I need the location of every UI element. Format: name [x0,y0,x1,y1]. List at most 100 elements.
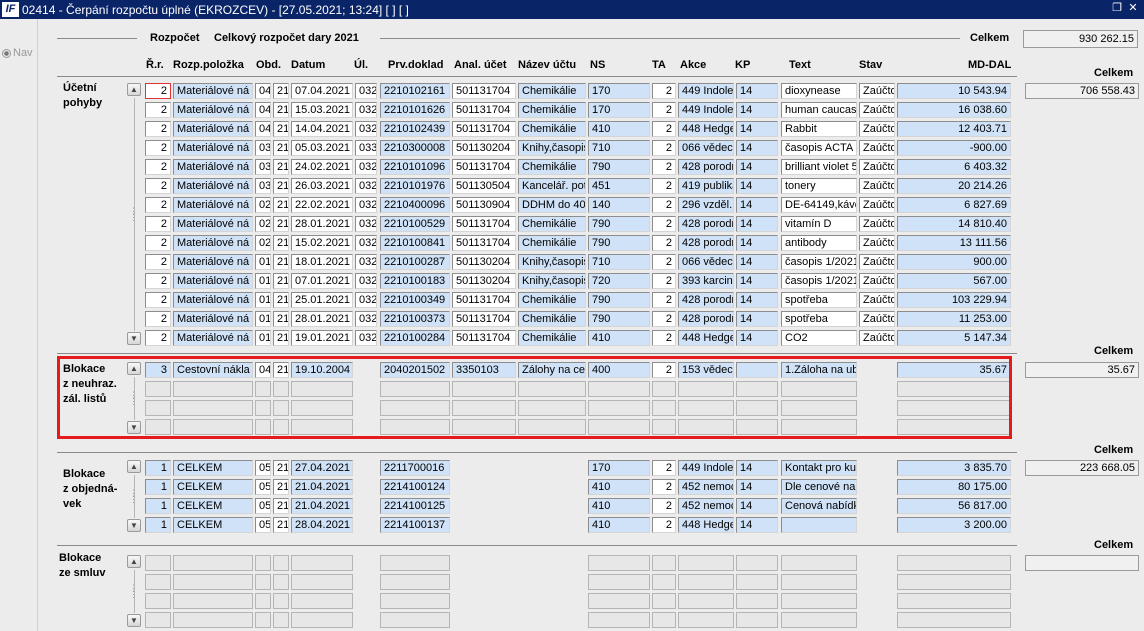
ucetni-cell-3-9[interactable]: 710 [588,140,650,156]
ucetni-cell-8-14[interactable]: Zaúčto [859,235,895,251]
ucetni-cell-1-11[interactable]: 449 Indolea [678,102,734,118]
smluv-cell-0-13[interactable] [781,555,857,571]
smluv-cell-2-0[interactable] [145,593,171,609]
ucetni-cell-8-4[interactable]: 15.02.2021 [291,235,353,251]
ucetni-cell-13-8[interactable]: Chemikálie [518,330,586,346]
ucetni-cell-8-2[interactable]: 02 [255,235,271,251]
obj-grip-icon[interactable]: ⋮ ⋮ [129,489,138,504]
smluv-cell-1-11[interactable] [678,574,734,590]
ucetni-cell-0-15[interactable]: 10 543.94 [897,83,1011,99]
ucetni-cell-3-14[interactable]: Zaúčto [859,140,895,156]
obj-cell-2-4[interactable]: 21.04.2021 [291,498,353,514]
smluv-cell-2-4[interactable] [291,593,353,609]
ucetni-cell-1-2[interactable]: 04 [255,102,271,118]
ucetni-cell-10-3[interactable]: 21 [273,273,289,289]
smluv-cell-1-2[interactable] [255,574,271,590]
ucetni-cell-6-1[interactable]: Materiálové ná [173,197,253,213]
obj-cell-2-9[interactable]: 410 [588,498,650,514]
ucetni-cell-5-3[interactable]: 21 [273,178,289,194]
ucetni-cell-6-2[interactable]: 02 [255,197,271,213]
smluv-cell-2-3[interactable] [273,593,289,609]
ucetni-cell-11-0[interactable]: 2 [145,292,171,308]
ucetni-cell-12-3[interactable]: 21 [273,311,289,327]
ucetni-cell-6-15[interactable]: 6 827.69 [897,197,1011,213]
ucetni-cell-9-14[interactable]: Zaúčto [859,254,895,270]
ucetni-cell-1-14[interactable]: Zaúčto [859,102,895,118]
ucetni-cell-10-4[interactable]: 07.01.2021 [291,273,353,289]
ucetni-cell-0-0[interactable]: 2 [145,83,171,99]
ucetni-cell-3-11[interactable]: 066 vědec [678,140,734,156]
ucetni-cell-4-5[interactable]: 032 [355,159,377,175]
obj-cell-3-12[interactable]: 14 [736,517,778,533]
ucetni-cell-8-8[interactable]: Chemikálie [518,235,586,251]
ucetni-cell-9-1[interactable]: Materiálové ná [173,254,253,270]
ucetni-cell-3-4[interactable]: 05.03.2021 [291,140,353,156]
ucetni-cell-7-8[interactable]: Chemikálie [518,216,586,232]
ucetni-cell-11-1[interactable]: Materiálové ná [173,292,253,308]
smluv-cell-3-15[interactable] [897,612,1011,628]
ucetni-cell-11-13[interactable]: spotřeba [781,292,857,308]
ucetni-cell-3-13[interactable]: časopis ACTA [781,140,857,156]
smluv-grip-icon[interactable]: ⋮ ⋮ [129,584,138,599]
ucetni-cell-11-10[interactable]: 2 [652,292,676,308]
ucetni-cell-8-10[interactable]: 2 [652,235,676,251]
restore-icon[interactable]: ❐ [1110,1,1124,16]
obj-cell-0-1[interactable]: CELKEM [173,460,253,476]
ucetni-cell-9-2[interactable]: 01 [255,254,271,270]
ucetni-cell-2-3[interactable]: 21 [273,121,289,137]
obj-cell-1-10[interactable]: 2 [652,479,676,495]
ucetni-cell-0-7[interactable]: 501131704 [452,83,516,99]
smluv-cell-0-2[interactable] [255,555,271,571]
ucetni-cell-9-13[interactable]: časopis 1/2021 [781,254,857,270]
obj-cell-3-4[interactable]: 28.04.2021 [291,517,353,533]
ucetni-cell-7-2[interactable]: 02 [255,216,271,232]
ucetni-cell-13-5[interactable]: 032 [355,330,377,346]
ucetni-cell-3-0[interactable]: 2 [145,140,171,156]
ucetni-cell-6-4[interactable]: 22.02.2021 [291,197,353,213]
ucetni-cell-9-5[interactable]: 032 [355,254,377,270]
smluv-scroll-down-icon[interactable]: ▼ [127,614,141,627]
smluv-cell-0-11[interactable] [678,555,734,571]
ucetni-cell-9-7[interactable]: 501130204 [452,254,516,270]
ucetni-cell-2-15[interactable]: 12 403.71 [897,121,1011,137]
ucetni-cell-7-14[interactable]: Zaúčto [859,216,895,232]
ucetni-cell-10-2[interactable]: 01 [255,273,271,289]
smluv-cell-1-12[interactable] [736,574,778,590]
ucetni-cell-10-13[interactable]: časopis 1/2021 [781,273,857,289]
ucetni-cell-4-14[interactable]: Zaúčto [859,159,895,175]
ucetni-cell-12-12[interactable]: 14 [736,311,778,327]
obj-cell-2-6[interactable]: 2214100125 [380,498,450,514]
ucetni-cell-10-5[interactable]: 032 [355,273,377,289]
ucetni-cell-1-7[interactable]: 501131704 [452,102,516,118]
ucetni-cell-2-9[interactable]: 410 [588,121,650,137]
ucetni-cell-12-10[interactable]: 2 [652,311,676,327]
ucetni-cell-12-14[interactable]: Zaúčto [859,311,895,327]
ucetni-cell-1-15[interactable]: 16 038.60 [897,102,1011,118]
ucetni-cell-13-2[interactable]: 01 [255,330,271,346]
ucetni-cell-3-1[interactable]: Materiálové ná [173,140,253,156]
smluv-cell-3-0[interactable] [145,612,171,628]
obj-cell-2-3[interactable]: 21 [273,498,289,514]
ucetni-cell-10-11[interactable]: 393 karcino [678,273,734,289]
obj-cell-0-11[interactable]: 449 Indolea [678,460,734,476]
smluv-cell-1-6[interactable] [380,574,450,590]
obj-cell-0-12[interactable]: 14 [736,460,778,476]
ucetni-cell-6-0[interactable]: 2 [145,197,171,213]
ucetni-cell-7-3[interactable]: 21 [273,216,289,232]
ucetni-cell-6-3[interactable]: 21 [273,197,289,213]
smluv-cell-2-13[interactable] [781,593,857,609]
ucetni-cell-8-9[interactable]: 790 [588,235,650,251]
ucetni-cell-12-2[interactable]: 01 [255,311,271,327]
ucetni-cell-9-4[interactable]: 18.01.2021 [291,254,353,270]
smluv-cell-3-9[interactable] [588,612,650,628]
ucetni-cell-4-7[interactable]: 501131704 [452,159,516,175]
ucetni-cell-8-15[interactable]: 13 111.56 [897,235,1011,251]
ucetni-cell-3-15[interactable]: -900.00 [897,140,1011,156]
obj-cell-3-3[interactable]: 21 [273,517,289,533]
ucetni-cell-1-13[interactable]: human caucasi [781,102,857,118]
ucetni-cell-7-6[interactable]: 2210100529 [380,216,450,232]
ucetni-cell-1-8[interactable]: Chemikálie [518,102,586,118]
ucetni-cell-3-5[interactable]: 033 [355,140,377,156]
smluv-cell-1-13[interactable] [781,574,857,590]
ucetni-cell-0-14[interactable]: Zaúčto [859,83,895,99]
